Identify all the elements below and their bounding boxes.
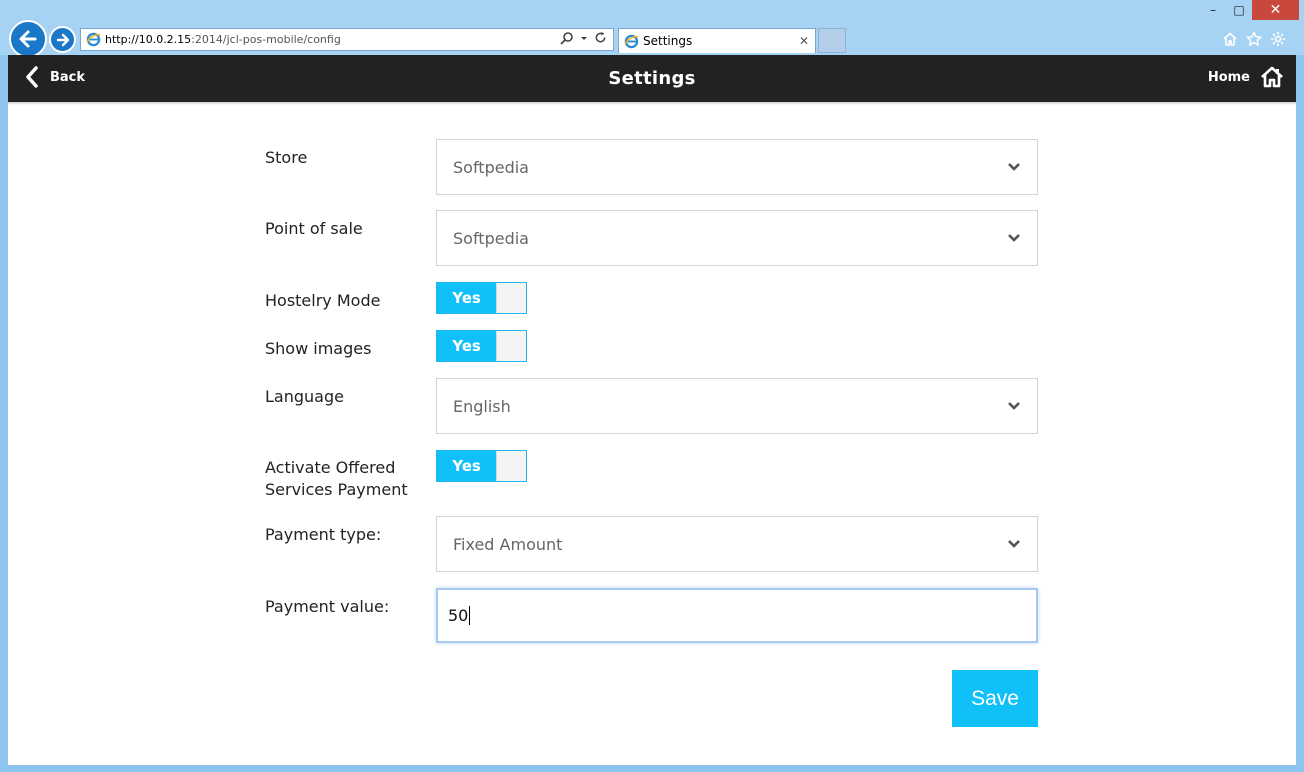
payment-type-select-value: Fixed Amount — [453, 534, 563, 554]
save-button[interactable]: Save — [952, 670, 1038, 727]
toggle-knob — [496, 451, 526, 481]
activate-offered-label-line1: Activate Offered — [265, 458, 396, 477]
text-caret — [469, 606, 471, 625]
chevron-down-icon — [1006, 536, 1022, 552]
store-label: Store — [265, 148, 308, 167]
search-icon[interactable] — [560, 31, 574, 48]
house-icon — [1261, 66, 1283, 88]
activate-offered-toggle[interactable]: Yes — [436, 450, 527, 482]
new-tab-button[interactable] — [818, 28, 846, 53]
browser-chrome: http://10.0.2.15:2014/jcl-pos-mobile/con… — [0, 0, 1304, 58]
store-select[interactable]: Softpedia — [436, 139, 1038, 195]
toggle-on-label: Yes — [437, 451, 496, 481]
maximize-button[interactable]: □ — [1226, 0, 1252, 20]
hostelry-mode-toggle[interactable]: Yes — [436, 282, 527, 314]
star-icon[interactable] — [1245, 30, 1263, 48]
hostelry-mode-label: Hostelry Mode — [265, 291, 381, 310]
minimize-button[interactable]: – — [1200, 0, 1226, 20]
browser-forward-button[interactable] — [49, 26, 76, 53]
home-label: Home — [1207, 69, 1250, 85]
payment-value-label: Payment value: — [265, 597, 390, 616]
toggle-on-label: Yes — [437, 283, 496, 313]
chevron-down-icon — [1006, 398, 1022, 414]
close-window-button[interactable]: ✕ — [1252, 0, 1299, 20]
app-viewport: Settings Back Home Store Softpedia Point… — [8, 55, 1296, 765]
activate-offered-label: Activate Offered Services Payment — [265, 457, 408, 501]
tab-title: Settings — [643, 34, 693, 48]
url-text: http://10.0.2.15:2014/jcl-pos-mobile/con… — [105, 33, 341, 46]
home-button[interactable]: Home — [1208, 66, 1284, 88]
dropdown-icon[interactable] — [580, 31, 588, 48]
ie-logo-icon — [623, 33, 639, 49]
payment-type-label: Payment type: — [265, 525, 382, 544]
close-tab-icon[interactable]: ✕ — [799, 34, 809, 48]
gear-icon[interactable] — [1269, 30, 1287, 48]
show-images-label: Show images — [265, 339, 372, 358]
browser-tab-settings[interactable]: Settings ✕ — [618, 28, 816, 53]
refresh-icon[interactable] — [594, 31, 607, 48]
page-title: Settings — [608, 68, 696, 89]
app-header: Settings Back Home — [8, 55, 1296, 102]
chevron-down-icon — [1006, 230, 1022, 246]
home-icon[interactable] — [1221, 30, 1239, 48]
header-shadow — [8, 102, 1296, 105]
language-select[interactable]: English — [436, 378, 1038, 434]
browser-back-button[interactable] — [9, 20, 47, 58]
payment-type-select[interactable]: Fixed Amount — [436, 516, 1038, 572]
point-of-sale-select[interactable]: Softpedia — [436, 210, 1038, 266]
address-bar[interactable]: http://10.0.2.15:2014/jcl-pos-mobile/con… — [80, 28, 614, 51]
point-of-sale-select-value: Softpedia — [453, 228, 529, 248]
toggle-knob — [496, 283, 526, 313]
payment-value-text: 50 — [448, 606, 469, 625]
toggle-knob — [496, 331, 526, 361]
arrow-right-icon — [56, 33, 69, 46]
arrow-left-icon — [19, 30, 37, 48]
language-label: Language — [265, 387, 344, 406]
show-images-toggle[interactable]: Yes — [436, 330, 527, 362]
payment-value-input[interactable]: 50 — [436, 588, 1038, 643]
chevron-left-icon — [26, 66, 38, 88]
ie-logo-icon — [85, 32, 101, 48]
back-label: Back — [50, 69, 86, 85]
language-select-value: English — [453, 396, 511, 416]
store-select-value: Softpedia — [453, 157, 529, 177]
activate-offered-label-line2: Services Payment — [265, 480, 408, 499]
back-button[interactable]: Back — [24, 66, 85, 88]
point-of-sale-label: Point of sale — [265, 219, 363, 238]
chevron-down-icon — [1006, 159, 1022, 175]
toggle-on-label: Yes — [437, 331, 496, 361]
